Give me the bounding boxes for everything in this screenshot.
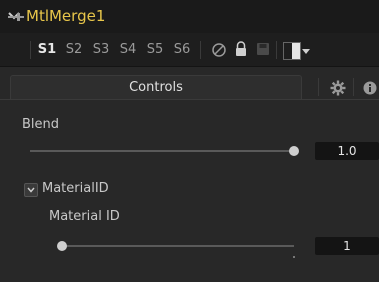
slider-default-mark — [293, 256, 295, 258]
slot-tab-s5[interactable]: S5 — [142, 41, 168, 59]
pin-icon[interactable] — [7, 11, 25, 23]
tab-controls[interactable]: Controls — [10, 75, 302, 100]
blend-slider-thumb[interactable] — [289, 146, 299, 156]
toolbar-divider — [200, 41, 201, 59]
material-id-slider-thumb[interactable] — [57, 241, 67, 251]
lock-icon[interactable] — [234, 41, 248, 57]
color-swatch[interactable] — [283, 42, 301, 60]
tab-divider — [353, 78, 354, 96]
chevron-down-icon — [27, 187, 35, 193]
slot-tab-s3[interactable]: S3 — [88, 41, 114, 59]
toolbar-divider — [276, 41, 277, 59]
material-id-slider-track[interactable] — [62, 245, 294, 247]
save-icon[interactable] — [256, 41, 270, 57]
disable-icon[interactable] — [212, 42, 226, 58]
slot-tab-s2[interactable]: S2 — [61, 41, 87, 59]
toolbar-divider — [30, 41, 31, 59]
material-id-label: Material ID — [49, 209, 120, 224]
materialid-checkbox-label: MaterialID — [42, 181, 109, 196]
material-id-value-field[interactable]: 1 — [315, 237, 379, 255]
tab-divider — [318, 78, 319, 96]
blend-label: Blend — [22, 117, 60, 132]
slot-tab-s1[interactable]: S1 — [34, 41, 60, 59]
node-title: MtlMerge1 — [26, 7, 106, 25]
info-icon[interactable] — [363, 80, 377, 96]
dropdown-arrow-icon[interactable] — [302, 49, 310, 55]
blend-slider-track[interactable] — [30, 150, 294, 152]
panel-separator — [0, 99, 379, 100]
slot-tab-s6[interactable]: S6 — [169, 41, 195, 59]
slot-tab-s4[interactable]: S4 — [115, 41, 141, 59]
gear-icon[interactable] — [330, 80, 346, 96]
materialid-checkbox[interactable] — [24, 183, 38, 197]
blend-value-field[interactable]: 1.0 — [315, 142, 379, 160]
